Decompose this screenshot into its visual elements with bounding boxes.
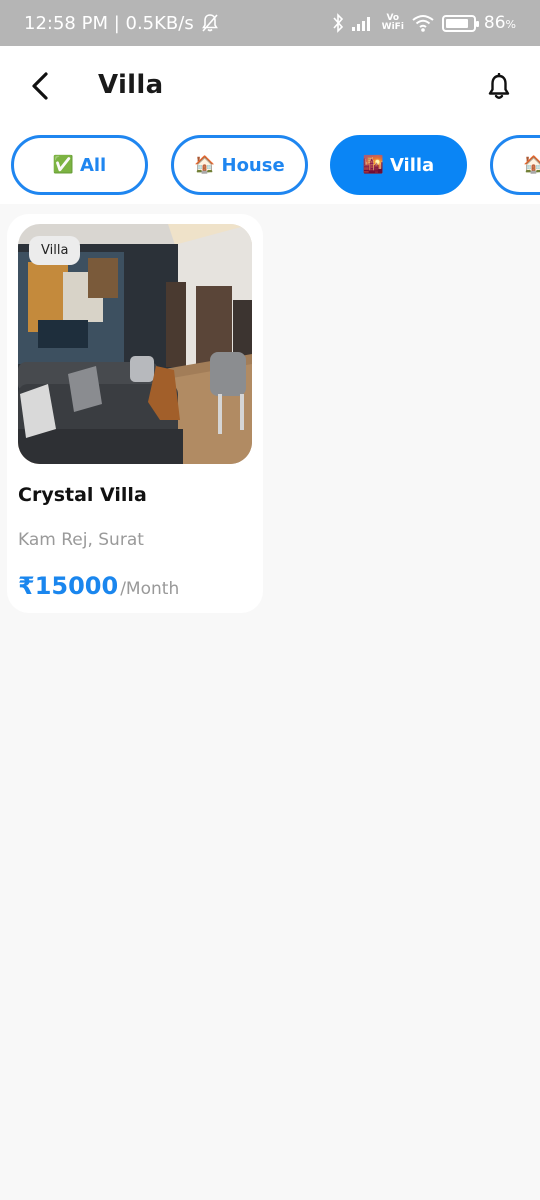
- wifi-icon: [412, 14, 434, 32]
- back-button[interactable]: [24, 68, 56, 104]
- battery-icon: [441, 14, 479, 32]
- house-icon: 🏠: [194, 155, 216, 175]
- property-price: ₹15000 /Month: [18, 572, 179, 600]
- property-image: Villa: [18, 224, 252, 464]
- price-value: ₹15000: [18, 572, 119, 600]
- status-left: 12:58 PM | 0.5KB/s: [24, 13, 220, 34]
- status-right: Vo WiFi 86%: [332, 13, 516, 33]
- property-location: Kam Rej, Surat: [18, 530, 144, 550]
- property-type-badge: Villa: [29, 236, 81, 265]
- page-title: Villa: [98, 70, 164, 100]
- bluetooth-icon: [332, 13, 344, 33]
- house-icon: 🏠: [523, 155, 540, 175]
- status-bar: 12:58 PM | 0.5KB/s Vo WiFi 86%: [0, 0, 540, 46]
- filter-chip-all[interactable]: ✅ All: [11, 135, 148, 195]
- filter-chip-label: House: [221, 154, 285, 176]
- signal-icon: [351, 15, 374, 31]
- app-header: Villa: [0, 46, 540, 128]
- chevron-left-icon: [32, 72, 48, 100]
- filter-chip-next[interactable]: 🏠: [490, 135, 540, 195]
- notification-button[interactable]: [484, 70, 514, 104]
- price-unit: /Month: [120, 579, 180, 599]
- property-card[interactable]: Villa Crystal Villa Kam Rej, Surat ₹1500…: [7, 214, 263, 613]
- property-name: Crystal Villa: [18, 484, 147, 506]
- check-mark-icon: ✅: [52, 155, 74, 175]
- category-filter-bar: ✅ All 🏠 House 🌇 Villa 🏠: [0, 128, 540, 204]
- filter-chip-villa[interactable]: 🌇 Villa: [330, 135, 467, 195]
- battery-level: [445, 18, 469, 28]
- bell-icon: [488, 73, 510, 99]
- mute-bell-icon: [200, 13, 220, 33]
- battery-percent: 86%: [483, 13, 516, 33]
- status-time: 12:58 PM | 0.5KB/s: [24, 12, 194, 34]
- vowifi-icon: Vo WiFi: [381, 13, 404, 32]
- filter-chip-label: Villa: [389, 154, 435, 176]
- city-sunset-icon: 🌇: [362, 155, 384, 175]
- filter-chip-label: All: [79, 154, 107, 176]
- filter-chip-house[interactable]: 🏠 House: [171, 135, 308, 195]
